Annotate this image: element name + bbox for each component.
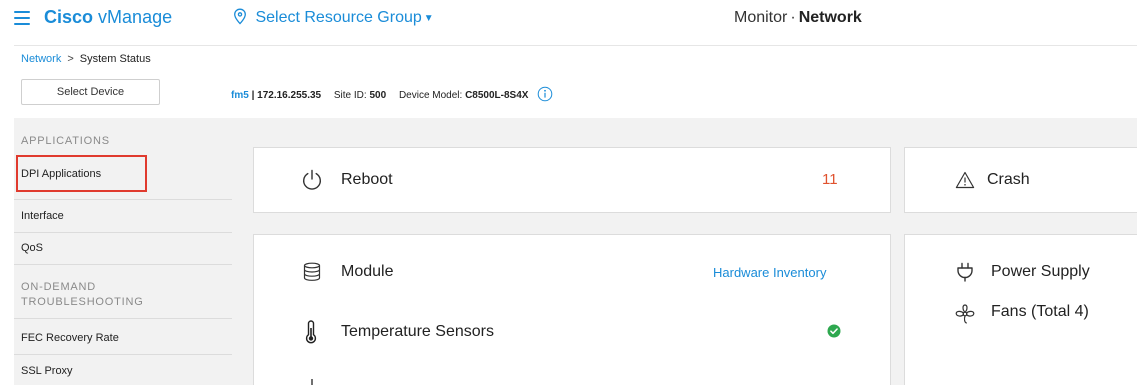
temperature-sensors-label: Temperature Sensors: [341, 323, 494, 340]
select-device-button[interactable]: Select Device: [21, 79, 160, 105]
hardware-card: [253, 234, 891, 385]
reboot-count[interactable]: 11: [822, 171, 838, 188]
device-hostname[interactable]: fm5: [231, 90, 249, 101]
page-title-monitor: Monitor: [734, 9, 788, 26]
crash-label: Crash: [987, 171, 1030, 188]
thermometer-icon: [305, 320, 317, 344]
power-icon: [303, 169, 321, 190]
site-id-value: 500: [369, 90, 387, 101]
section-heading-on-demand: ON-DEMAND TROUBLESHOOTING: [21, 280, 144, 310]
warning-icon: [955, 171, 975, 189]
breadcrumb-current: System Status: [79, 53, 151, 65]
device-ip: | 172.16.255.35: [248, 90, 322, 101]
sidebar-divider: [14, 354, 232, 355]
page-title: Monitor · Network: [734, 9, 862, 27]
sidebar-item-ssl-proxy[interactable]: SSL Proxy: [21, 365, 73, 377]
section-heading-on-demand-line1: ON-DEMAND: [21, 281, 97, 293]
fans-label: Fans (Total 4): [991, 303, 1089, 320]
hardware-inventory-link[interactable]: Hardware Inventory: [713, 265, 826, 280]
sidebar-item-interface[interactable]: Interface: [21, 210, 64, 222]
resource-group-label: Select Resource Group: [255, 9, 422, 26]
breadcrumb-separator: >: [67, 53, 74, 65]
check-circle-icon: [827, 324, 841, 338]
section-heading-on-demand-line2: TROUBLESHOOTING: [21, 296, 144, 308]
location-pin-icon: [234, 8, 246, 25]
top-header: Cisco vManage Select Resource Group ▼ Mon…: [0, 0, 1137, 38]
partial-row-icon: [311, 379, 313, 385]
page-title-dot: ·: [790, 9, 796, 26]
sidebar-divider: [14, 232, 232, 233]
reboot-label: Reboot: [341, 171, 393, 188]
module-label: Module: [341, 263, 394, 280]
brand-cisco: Cisco: [44, 7, 94, 27]
sidebar-item-fec-recovery-rate[interactable]: FEC Recovery Rate: [21, 332, 119, 344]
chevron-down-icon: ▼: [423, 13, 434, 24]
device-model-label: Device Model:: [398, 90, 466, 101]
device-model-value: C8500L-8S4X: [465, 90, 529, 101]
info-icon[interactable]: [537, 86, 553, 102]
database-stack-icon: [303, 262, 321, 281]
device-info-bar: fm5 | 172.16.255.35 Site ID: 500 Device …: [231, 86, 553, 102]
fan-icon: [955, 304, 975, 324]
brand-logo[interactable]: Cisco vManage: [44, 7, 172, 28]
section-heading-applications: APPLICATIONS: [21, 135, 110, 147]
page-title-network: Network: [798, 9, 862, 26]
hamburger-menu-icon[interactable]: [14, 11, 30, 25]
sidebar-divider: [14, 318, 232, 319]
subheader: [14, 45, 1137, 117]
brand-vmanage: vManage: [98, 7, 173, 27]
sidebar-item-qos[interactable]: QoS: [21, 242, 43, 254]
site-id-label: Site ID:: [333, 90, 370, 101]
resource-group-dropdown[interactable]: Select Resource Group ▼: [233, 8, 434, 27]
breadcrumb-network-link[interactable]: Network: [21, 53, 61, 65]
sidebar-divider: [14, 264, 232, 265]
power-supply-label: Power Supply: [991, 263, 1090, 280]
sidebar-divider: [14, 199, 232, 200]
plug-icon: [957, 262, 973, 282]
breadcrumb: Network > System Status: [21, 53, 151, 65]
highlight-box: [16, 155, 147, 192]
